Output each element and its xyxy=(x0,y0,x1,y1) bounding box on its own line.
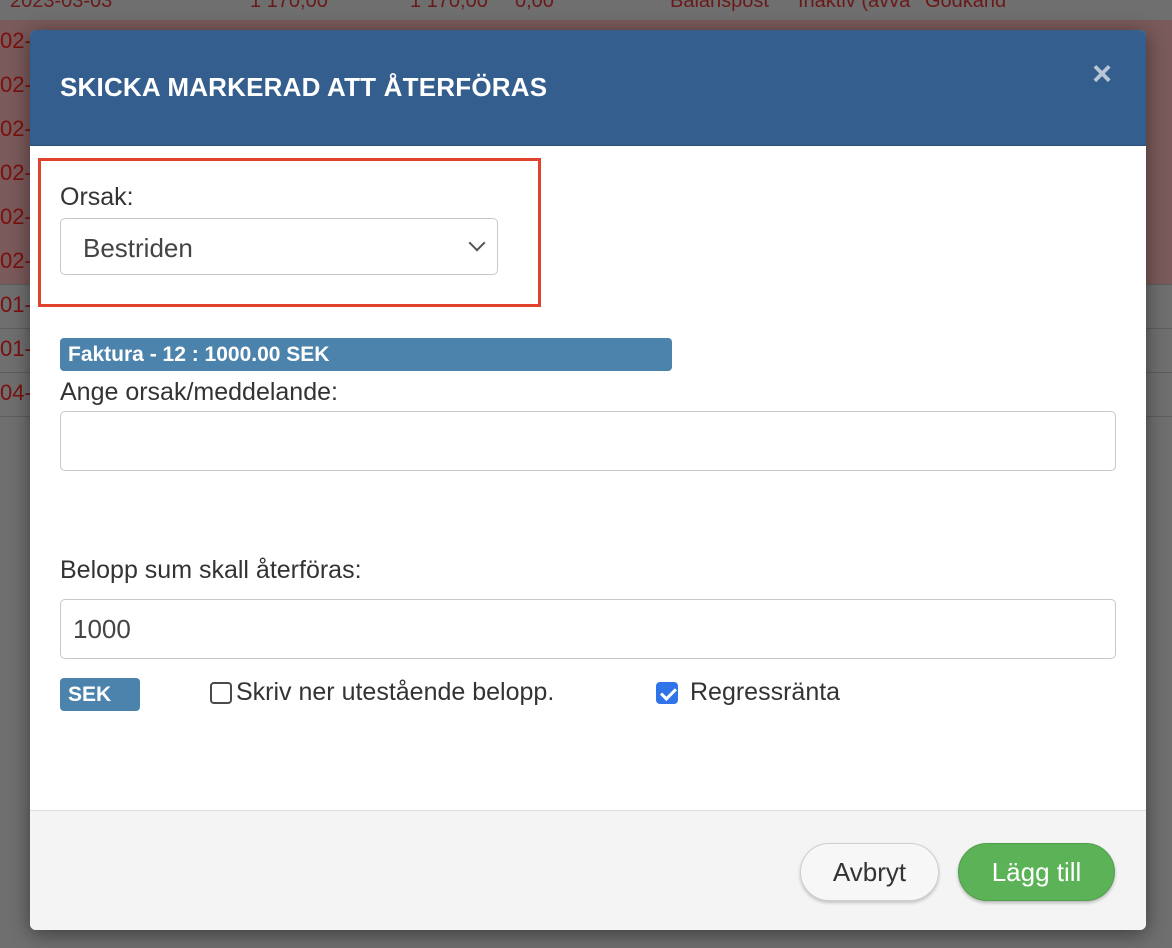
amount-input[interactable] xyxy=(60,599,1116,659)
reason-select-value: Bestriden xyxy=(83,233,193,263)
message-input[interactable] xyxy=(60,411,1116,471)
reason-label: Orsak: xyxy=(60,183,134,211)
dialog-header: SKICKA MARKERAD ATT ÅTERFÖRAS × xyxy=(30,30,1146,146)
background-row: 2023-03-03 1 170,00 1 170,00 0,00 Balans… xyxy=(0,0,1172,21)
check-icon xyxy=(660,684,677,701)
currency-badge: SEK xyxy=(60,678,140,711)
cancel-button[interactable]: Avbryt xyxy=(800,843,939,901)
write-down-label: Skriv ner utestående belopp. xyxy=(236,678,555,706)
write-down-checkbox[interactable] xyxy=(210,682,232,704)
background-cell: Balanspost xyxy=(670,0,769,12)
dialog-title: SKICKA MARKERAD ATT ÅTERFÖRAS xyxy=(60,72,548,102)
close-icon[interactable]: × xyxy=(1088,57,1116,91)
regress-label: Regressränta xyxy=(690,678,841,706)
dialog-footer: Avbryt Lägg till xyxy=(30,810,1146,930)
chevron-down-icon xyxy=(468,234,486,252)
amount-label: Belopp sum skall återföras: xyxy=(60,556,362,584)
background-cell: Godkänd xyxy=(925,0,1007,12)
return-dialog: SKICKA MARKERAD ATT ÅTERFÖRAS × Orsak: B… xyxy=(30,30,1146,930)
add-button[interactable]: Lägg till xyxy=(958,843,1115,901)
background-cell: 2023-03-03 xyxy=(10,0,113,12)
background-cell: 1 170,00 xyxy=(410,0,488,12)
message-label: Ange orsak/meddelande: xyxy=(60,378,338,406)
background-cell: Inaktiv (avva xyxy=(798,0,911,12)
invoice-badge: Faktura - 12 : 1000.00 SEK xyxy=(60,338,672,371)
reason-select[interactable]: Bestriden xyxy=(60,218,498,275)
background-cell: 1 170,00 xyxy=(250,0,328,12)
background-cell: 0,00 xyxy=(515,0,554,12)
regress-checkbox[interactable] xyxy=(656,682,678,704)
